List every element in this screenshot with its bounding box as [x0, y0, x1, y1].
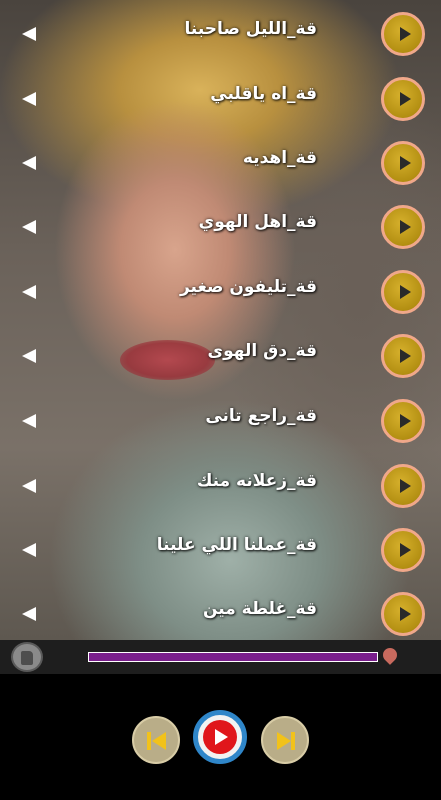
left-arrow-icon[interactable] — [22, 92, 36, 106]
play-circle-icon[interactable] — [381, 77, 425, 121]
song-title[interactable]: قة_اهديه — [243, 148, 317, 168]
left-arrow-icon[interactable] — [22, 414, 36, 428]
song-title[interactable]: قة_غلطة مين — [203, 599, 317, 619]
play-circle-icon[interactable] — [381, 270, 425, 314]
left-arrow-icon[interactable] — [22, 543, 36, 557]
left-arrow-icon[interactable] — [22, 607, 36, 621]
song-row[interactable]: قة_عملنا اللي علينا — [0, 517, 441, 581]
song-title[interactable]: قة_اهل الهوي — [199, 212, 317, 232]
left-arrow-icon[interactable] — [22, 27, 36, 41]
song-row[interactable]: قة_اهديه — [0, 130, 441, 194]
player-controls — [0, 674, 441, 800]
song-title[interactable]: قة_راجع تانى — [205, 406, 317, 426]
play-circle-icon[interactable] — [381, 464, 425, 508]
left-arrow-icon[interactable] — [22, 349, 36, 363]
play-icon[interactable] — [193, 710, 247, 764]
song-title[interactable]: قة_دق الهوى — [208, 341, 317, 361]
left-arrow-icon[interactable] — [22, 479, 36, 493]
thumbs-up-icon[interactable] — [11, 642, 43, 672]
song-row[interactable]: قة_دق الهوى — [0, 323, 441, 387]
play-circle-icon[interactable] — [381, 592, 425, 636]
song-row[interactable]: قة_تليفون صغير — [0, 259, 441, 323]
song-title[interactable]: قة_زعلانه منك — [197, 471, 317, 491]
song-row[interactable]: قة_راجع تانى — [0, 388, 441, 452]
play-circle-icon[interactable] — [381, 528, 425, 572]
song-row[interactable]: قة_غلطة مين — [0, 581, 441, 645]
song-row[interactable]: قة_اهل الهوي — [0, 194, 441, 258]
skip-next-icon[interactable] — [261, 716, 309, 764]
skip-previous-icon[interactable] — [132, 716, 180, 764]
song-row[interactable]: قة_الليل صاحبنا — [0, 1, 441, 65]
left-arrow-icon[interactable] — [22, 285, 36, 299]
play-circle-icon[interactable] — [381, 399, 425, 443]
song-row[interactable]: قة_زعلانه منك — [0, 453, 441, 517]
song-title[interactable]: قة_اه ياقلبي — [210, 84, 317, 104]
left-arrow-icon[interactable] — [22, 220, 36, 234]
song-title[interactable]: قة_عملنا اللي علينا — [157, 535, 317, 555]
play-circle-icon[interactable] — [381, 12, 425, 56]
seek-bar[interactable] — [88, 652, 378, 662]
song-row[interactable]: قة_اه ياقلبي — [0, 66, 441, 130]
left-arrow-icon[interactable] — [22, 156, 36, 170]
play-circle-icon[interactable] — [381, 334, 425, 378]
play-circle-icon[interactable] — [381, 205, 425, 249]
play-circle-icon[interactable] — [381, 141, 425, 185]
song-title[interactable]: قة_تليفون صغير — [180, 277, 317, 297]
song-title[interactable]: قة_الليل صاحبنا — [185, 19, 317, 39]
